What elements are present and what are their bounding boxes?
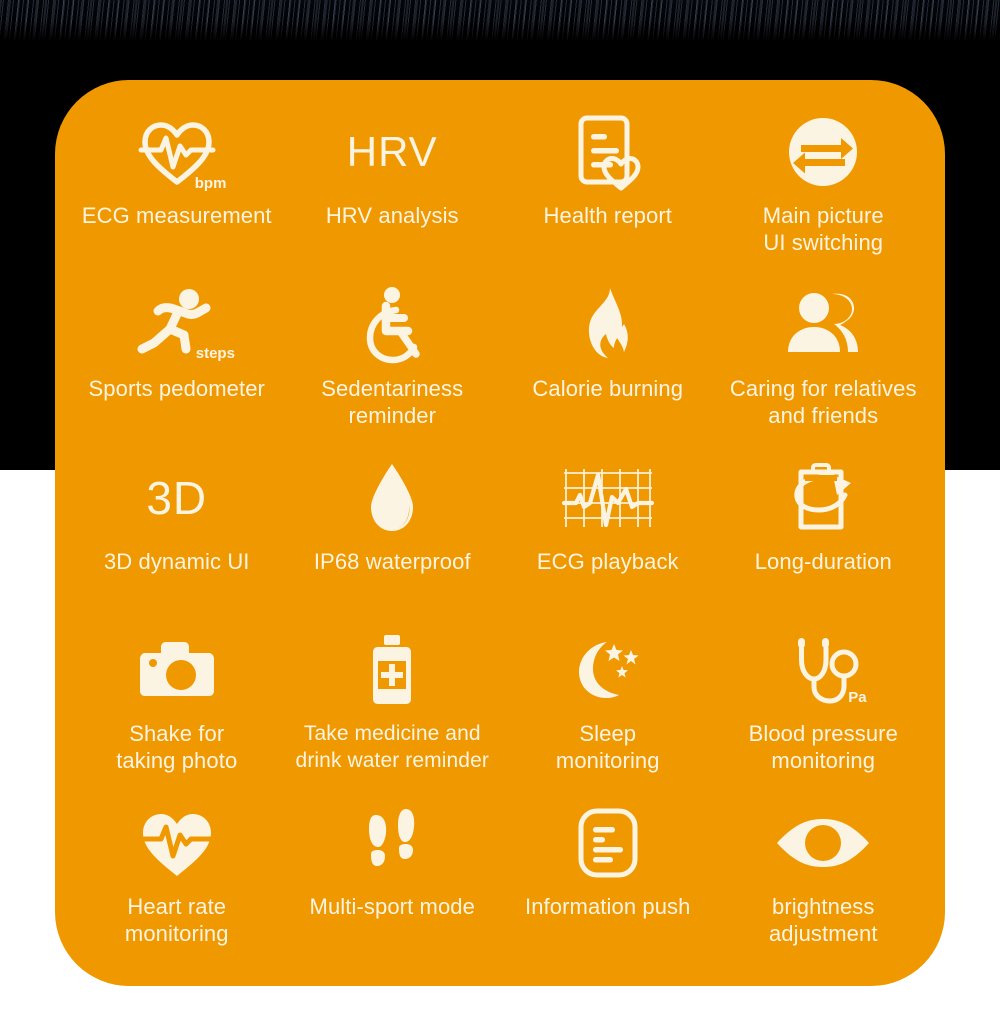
- icon-unit-label: steps: [195, 344, 235, 362]
- feature-take-medicine-and-drink-water-reminder[interactable]: Take medicine and drink water reminder: [285, 622, 501, 795]
- heart-pulse-solid-icon: [135, 801, 219, 885]
- eye-icon: [775, 801, 871, 885]
- hrv-text-glyph: HRV: [346, 128, 438, 175]
- water-drop-icon: [365, 456, 419, 540]
- battery-refresh-icon: [787, 456, 859, 540]
- feature-label: Information push: [525, 894, 691, 920]
- swap-arrows-circle-icon: [785, 110, 861, 194]
- feature-ip68-waterproof[interactable]: IP68 waterproof: [285, 450, 501, 623]
- feature-row: steps Sports pedometer Sedentariness rem…: [69, 277, 931, 450]
- feature-ecg-playback[interactable]: ECG playback: [500, 450, 716, 623]
- footprints-icon: [360, 801, 424, 885]
- feature-3d-dynamic-ui[interactable]: 3D 3D dynamic UI: [69, 450, 285, 623]
- message-lines-icon: [573, 801, 643, 885]
- feature-row: 3D 3D dynamic UI IP68 waterproof ECG pla…: [69, 450, 931, 623]
- feature-ecg-measurement[interactable]: bpm ECG measurement: [69, 104, 285, 277]
- feature-label: Main picture UI switching: [762, 203, 884, 255]
- medicine-bottle-icon: [368, 628, 416, 712]
- feature-information-push[interactable]: Information push: [500, 795, 716, 968]
- feature-label: Health report: [543, 203, 672, 228]
- feature-row: Shake for taking photo Take medicine and…: [69, 622, 931, 795]
- wheelchair-icon: [356, 283, 428, 367]
- ecg-grid-waveform-icon: [561, 456, 654, 540]
- feature-caring-for-relatives-and-friends[interactable]: Caring for relatives and friends: [716, 277, 932, 450]
- document-heart-icon: [571, 110, 645, 194]
- stethoscope-icon: Pa: [786, 628, 867, 712]
- feature-label: Blood pressure monitoring: [748, 721, 898, 774]
- feature-label: Take medicine and drink water reminder: [295, 722, 489, 773]
- feature-list-card: bpm ECG measurement HRV HRV analysis Hea…: [55, 80, 945, 986]
- camera-icon: [139, 628, 215, 712]
- two-people-icon: [784, 283, 862, 367]
- moon-stars-icon: [573, 628, 643, 712]
- feature-label: 3D dynamic UI: [103, 548, 250, 574]
- feature-label: ECG playback: [536, 548, 679, 574]
- three-d-text-glyph: 3D: [146, 471, 208, 524]
- running-person-icon: steps: [134, 283, 235, 367]
- feature-label: Long-duration: [754, 548, 892, 574]
- feature-row: bpm ECG measurement HRV HRV analysis Hea…: [69, 104, 931, 277]
- feature-blood-pressure-monitoring[interactable]: Pa Blood pressure monitoring: [716, 622, 932, 795]
- icon-unit-label: bpm: [194, 175, 227, 192]
- feature-label: ECG measurement: [81, 203, 272, 228]
- feature-label: Shake for taking photo: [116, 721, 238, 774]
- three-d-text-icon: 3D: [146, 456, 207, 540]
- feature-label: IP68 waterproof: [313, 548, 471, 574]
- hrv-text-icon: HRV: [347, 110, 438, 194]
- heart-pulse-outline-icon: bpm: [135, 110, 226, 194]
- feature-sports-pedometer[interactable]: steps Sports pedometer: [69, 277, 285, 450]
- feature-calorie-burning[interactable]: Calorie burning: [500, 277, 716, 450]
- feature-health-report[interactable]: Health report: [500, 104, 716, 277]
- flame-icon: [580, 283, 636, 367]
- feature-row: Heart rate monitoring Multi-sport mode I…: [69, 795, 931, 968]
- feature-label: brightness adjustment: [768, 894, 878, 947]
- feature-label: HRV analysis: [325, 203, 459, 228]
- feature-label: Caring for relatives and friends: [729, 375, 917, 428]
- feature-main-picture-ui-switching[interactable]: Main picture UI switching: [716, 104, 932, 277]
- feature-label: Calorie burning: [532, 375, 684, 401]
- feature-label: Heart rate monitoring: [124, 894, 229, 947]
- feature-long-duration[interactable]: Long-duration: [716, 450, 932, 623]
- feature-multi-sport-mode[interactable]: Multi-sport mode: [285, 795, 501, 968]
- feature-sedentariness-reminder[interactable]: Sedentariness reminder: [285, 277, 501, 450]
- feature-label: Multi-sport mode: [309, 894, 475, 920]
- feature-sleep-monitoring[interactable]: Sleep monitoring: [500, 622, 716, 795]
- feature-brightness-adjustment[interactable]: brightness adjustment: [716, 795, 932, 968]
- feature-heart-rate-monitoring[interactable]: Heart rate monitoring: [69, 795, 285, 968]
- fabric-strap-texture: [0, 0, 1000, 42]
- feature-label: Sleep monitoring: [555, 721, 660, 774]
- feature-shake-for-taking-photo[interactable]: Shake for taking photo: [69, 622, 285, 795]
- feature-label: Sedentariness reminder: [321, 375, 464, 428]
- icon-unit-label: Pa: [848, 689, 867, 707]
- feature-label: Sports pedometer: [88, 375, 265, 401]
- feature-hrv-analysis[interactable]: HRV HRV analysis: [285, 104, 501, 277]
